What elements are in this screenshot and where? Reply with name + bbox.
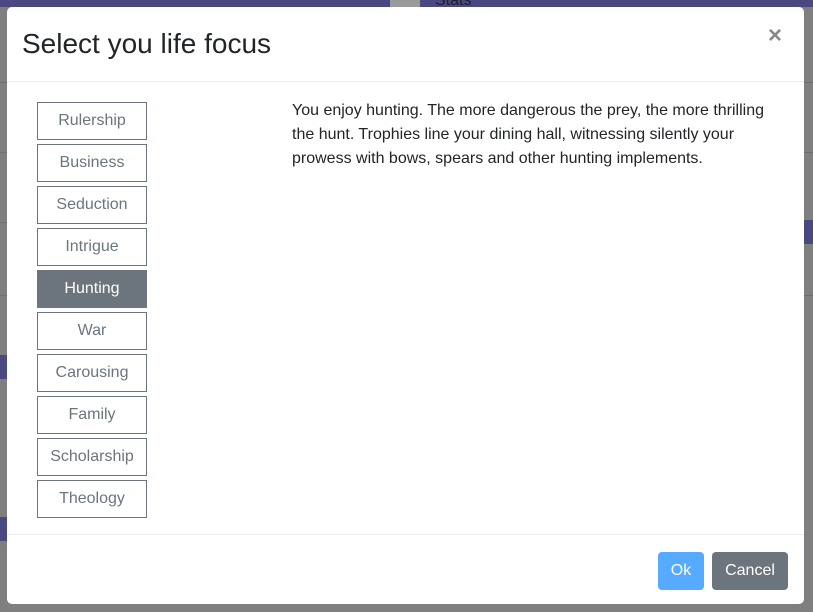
focus-option-war[interactable]: War <box>37 312 147 350</box>
background-bar <box>0 355 7 379</box>
focus-option-intrigue[interactable]: Intrigue <box>37 228 147 266</box>
focus-option-family[interactable]: Family <box>37 396 147 434</box>
focus-option-theology[interactable]: Theology <box>37 480 147 518</box>
close-button[interactable]: × <box>762 21 788 51</box>
ok-button[interactable]: Ok <box>658 552 704 590</box>
focus-option-hunting[interactable]: Hunting <box>37 270 147 308</box>
cancel-button[interactable]: Cancel <box>712 552 788 590</box>
modal-title: Select you life focus <box>22 28 272 59</box>
focus-option-business[interactable]: Business <box>37 144 147 182</box>
focus-option-seduction[interactable]: Seduction <box>37 186 147 224</box>
focus-description: You enjoy hunting. The more dangerous th… <box>292 102 764 167</box>
focus-option-rulership[interactable]: Rulership <box>37 102 147 140</box>
focus-option-carousing[interactable]: Carousing <box>37 354 147 392</box>
background-bar <box>804 220 813 244</box>
modal-footer: Ok Cancel <box>7 535 804 604</box>
background-tab <box>390 0 420 7</box>
focus-list: Rulership Business Seduction Intrigue Huntin… <box>37 102 147 522</box>
modal-body: Rulership Business Seduction Intrigue Huntin… <box>7 82 804 535</box>
background-bar <box>0 517 7 541</box>
modal-header: Select you life focus × <box>7 7 804 82</box>
focus-option-scholarship[interactable]: Scholarship <box>37 438 147 476</box>
life-focus-modal: Select you life focus × Rulership Busines… <box>7 7 804 604</box>
